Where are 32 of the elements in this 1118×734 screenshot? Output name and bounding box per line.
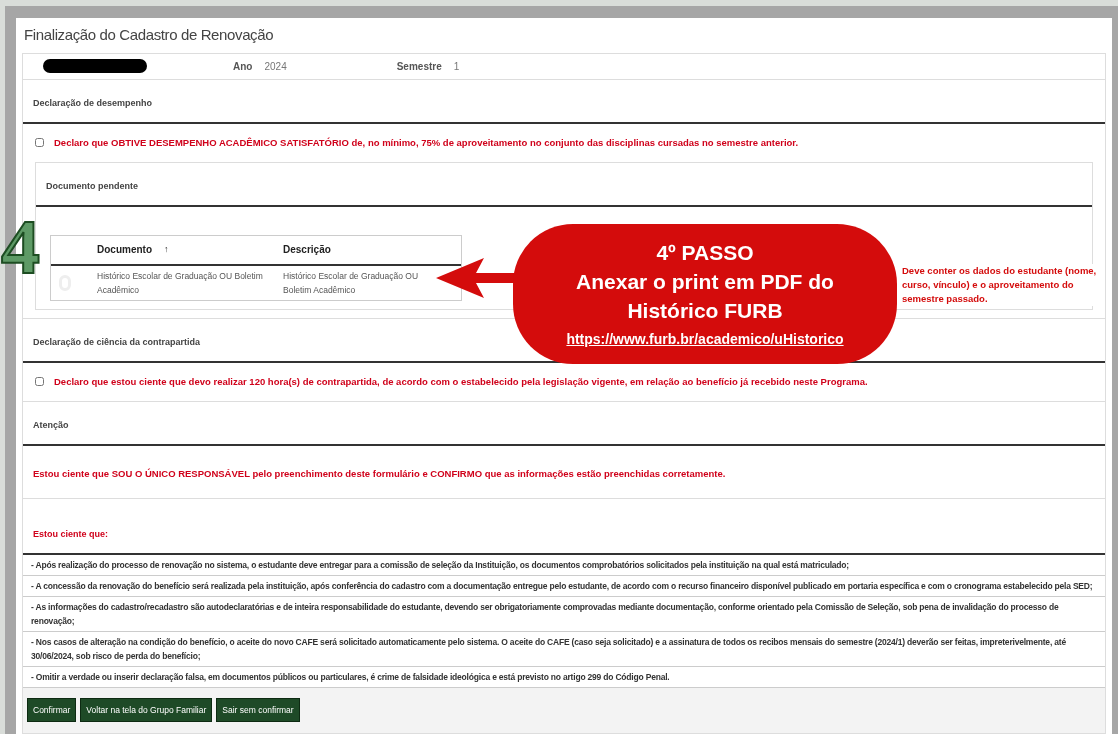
section-title: Declaração de ciência da contrapartida [33,336,201,347]
field-label: Ano [233,59,253,74]
page-title: Finalização do Cadastro de Renovação [23,25,275,45]
attention-text: Estou ciente que SOU O ÚNICO RESPONSÁVEL pelo preenchimento deste formulário e CONFIRMO que as informações estão preenchidas corretamente. [33,468,726,479]
field-value: 2024 [264,59,287,74]
checkbox[interactable] [35,138,44,148]
section-title: Estou ciente que: [33,529,108,539]
section-title: Declaração de desempenho [33,97,153,108]
callout-title: 4º PASSO [656,240,754,266]
notice-text: - As informações do cadastro/recadastro são autodeclaratórias e de inteira responsabilidade do estudante, devendo ser obrigatoriamente comprovadas mediante documentação, conforme orientado pela Comissão de Seleção, sob pena de invalidação do processo de renovação; [31,601,1060,628]
section-title: Documento pendente [46,180,138,191]
notice-text: - Nos casos de alteração na condição do benefício, o aceite do novo CAFE será solicitado automaticamente pelo sistema. O aceite do CAFE (caso seja solicitado) e a assinatura de todos os recibos mensais do semestre (2024/1) deverão ser feitas, impreterivelmente, até 30/06/2024, sob risco de perda do benefício; [31,636,1067,663]
field-value: 1 [453,59,460,74]
form-button[interactable]: Confirmar [27,698,77,722]
column-header[interactable]: Documento [97,242,152,258]
section-title: Atenção [33,420,69,430]
notice-text: - A concessão da renovação do benefício será realizada pela instituição, após conferência do cadastro com a documentação entregue pelo estudante, de acordo com o recurso financeiro disponível publicado em portaria específica e com o cronograma estabelecido pela SED; [31,580,1094,593]
callout-text: Anexar o print em PDF do [576,269,834,295]
sort-indicator[interactable]: ↑ [164,243,169,257]
declaration-text: Declaro que OBTIVE DESEMPENHO ACADÊMICO SATISFATÓRIO de, no mínimo, 75% de aproveitamento no conjunto das disciplinas cursadas no semestre anterior. [54,135,799,150]
form-button[interactable]: Sair sem confirmar [216,698,300,722]
declaration-text: Declaro que estou ciente que devo realizar 120 hora(s) de contrapartida, de acordo com o estabelecido pela legislação vigente, em relação ao benefício já recebido neste Programa. [54,374,868,389]
form-button[interactable]: Voltar na tela do Grupo Familiar [80,698,213,722]
field-label: Semestre [396,59,442,74]
column-header[interactable]: Descrição [283,242,331,258]
checkbox[interactable] [35,377,44,387]
notice-text: - Omitir a verdade ou inserir declaração falsa, em documentos públicos ou particulares, é crime de falsidade ideológica e está previsto no artigo 299 do Código Penal. [31,671,671,684]
table-cell-text: Histórico Escolar de Graduação OU Boletim Acadêmico [283,269,420,297]
notice-text: - Após realização do processo de renovação no sistema, o estudante deve entregar para a comissão de seleção da Instituição, os documentos comprobatórios solicitados pela instituição na qual está matriculado; [31,559,850,572]
table-cell-text: Histórico Escolar de Graduação OU Boletim Acadêmico [97,269,264,297]
link[interactable]: https://www.furb.br/academico/uHistorico [566,329,844,350]
callout-text: Histórico FURB [627,298,783,324]
